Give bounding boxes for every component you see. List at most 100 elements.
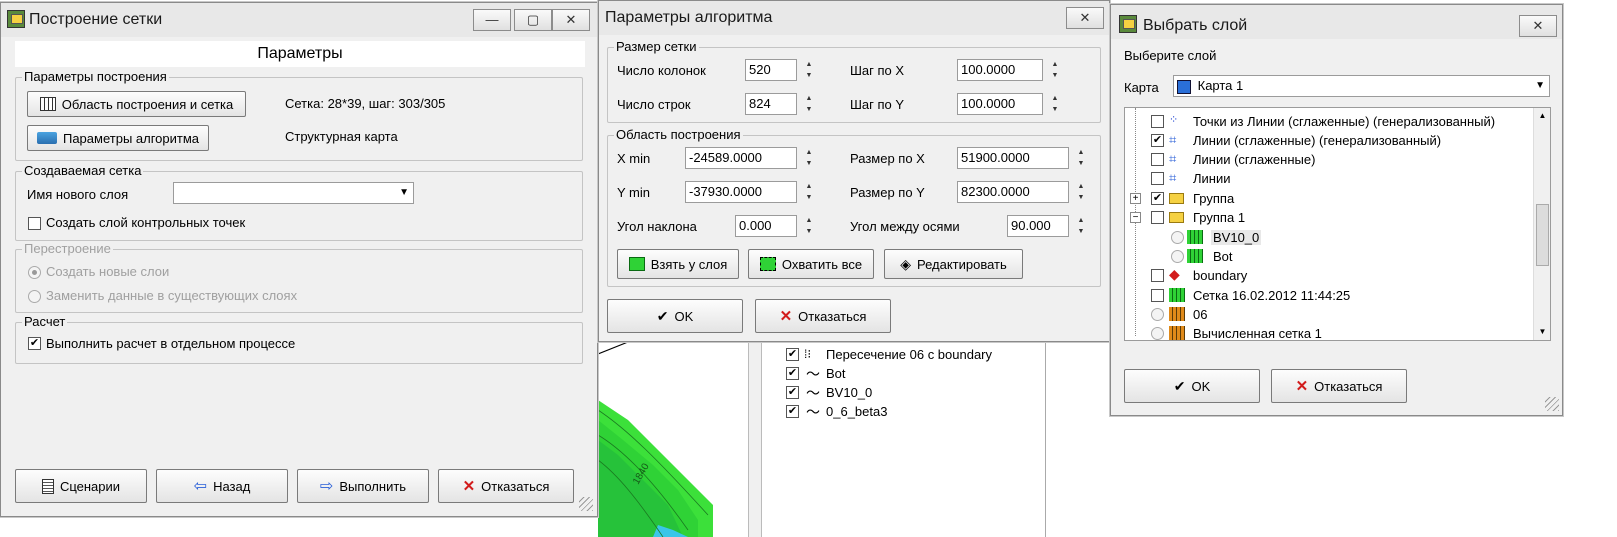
create-new-layers-radio[interactable]	[28, 266, 41, 279]
stepy-input[interactable]: 100.0000	[957, 93, 1043, 115]
title-bar[interactable]: Построение сетки — ▢ ✕	[1, 3, 597, 37]
checkbox[interactable]	[1151, 269, 1164, 282]
title-bar[interactable]: Выбрать слой ✕	[1111, 5, 1562, 39]
cancel-button[interactable]: ✕ Отказаться	[438, 469, 574, 503]
replace-data-radio[interactable]	[28, 290, 41, 303]
rows-input[interactable]: 824	[745, 93, 797, 115]
xmin-spinner[interactable]: ▲ ▼	[801, 147, 817, 169]
vertical-scrollbar[interactable]: ▲ ▼	[1533, 108, 1550, 340]
collapse-minus-icon[interactable]: −	[1130, 212, 1141, 223]
sizey-input[interactable]: 82300.0000	[957, 181, 1069, 203]
stepx-input[interactable]: 100.0000	[957, 59, 1043, 81]
algorithm-params-button[interactable]: Параметры алгоритма	[27, 125, 209, 151]
chevron-down-icon[interactable]: ▼	[399, 183, 409, 203]
checkbox[interactable]: ✔	[786, 348, 799, 361]
scenarios-button[interactable]: Сценарии	[15, 469, 147, 503]
button-label: Отказаться	[798, 308, 867, 324]
tree-item[interactable]: ✔ ⌗ Линии (сглаженные) (генерализованный…	[1125, 131, 1530, 150]
build-grid-window: Построение сетки — ▢ ✕ Параметры Парамет…	[0, 2, 598, 517]
ymin-label: Y min	[617, 185, 650, 200]
radio[interactable]	[1151, 308, 1164, 321]
tree-item[interactable]: ⌗ Линии	[1125, 169, 1530, 188]
input-value: -24589.0000	[689, 150, 763, 165]
lines-icon: ⌗	[1169, 151, 1177, 166]
ymin-input[interactable]: -37930.0000	[685, 181, 797, 203]
radio[interactable]	[1171, 231, 1184, 244]
close-button[interactable]: ✕	[1519, 15, 1557, 37]
chevron-down-icon[interactable]: ▼	[1535, 76, 1545, 96]
tree-item[interactable]: ⌗ Линии (сглаженные)	[1125, 150, 1530, 169]
angle-spinner[interactable]: ▲ ▼	[801, 215, 817, 237]
rows-spinner[interactable]: ▲ ▼	[801, 93, 817, 115]
run-button[interactable]: ⇨ Выполнить	[297, 469, 429, 503]
back-button[interactable]: ⇦ Назад	[156, 469, 288, 503]
checkbox[interactable]	[1151, 153, 1164, 166]
tree-item[interactable]: Сетка 16.02.2012 11:44:25	[1125, 286, 1530, 305]
resize-grip-icon[interactable]	[1545, 397, 1559, 411]
checkbox[interactable]	[1151, 211, 1164, 224]
xmin-input[interactable]: -24589.0000	[685, 147, 797, 169]
separate-process-checkbox[interactable]: ✔	[28, 337, 41, 350]
tree-item[interactable]: ◆ boundary	[1125, 266, 1530, 285]
scroll-up-icon[interactable]: ▲	[1534, 108, 1550, 124]
checkbox[interactable]	[1151, 172, 1164, 185]
scroll-down-icon[interactable]: ▼	[1534, 324, 1550, 340]
tree-item-label: Сетка 16.02.2012 11:44:25	[1193, 288, 1351, 303]
layer-list-panel: ✔ ⁞⁝ Пересечение 06 с boundary ✔ 〜 Bot ✔…	[762, 340, 1046, 537]
map-select[interactable]: Карта 1 ▼	[1173, 75, 1550, 97]
checkbox[interactable]: ✔	[1151, 134, 1164, 147]
title-bar[interactable]: Параметры алгоритма ✕	[599, 1, 1109, 35]
minimize-button[interactable]: —	[473, 9, 511, 31]
ok-button[interactable]: ✔ OK	[1124, 369, 1260, 403]
close-button[interactable]: ✕	[1066, 7, 1104, 29]
radio[interactable]	[1151, 327, 1164, 340]
from-layer-button[interactable]: Взять у слоя	[617, 249, 739, 279]
sizey-spinner[interactable]: ▲ ▼	[1073, 181, 1089, 203]
ymin-spinner[interactable]: ▲ ▼	[801, 181, 817, 203]
map-canvas[interactable]: 1840	[598, 340, 748, 537]
checkbox[interactable]: ✔	[786, 386, 799, 399]
cancel-button[interactable]: ✕ Отказаться	[1271, 369, 1407, 403]
checkbox[interactable]	[1151, 115, 1164, 128]
close-button[interactable]: ✕	[552, 9, 590, 31]
sizey-label: Размер по Y	[850, 185, 925, 200]
axes-angle-spinner[interactable]: ▲ ▼	[1073, 215, 1089, 237]
area-and-grid-button[interactable]: Область построения и сетка	[27, 91, 246, 117]
angle-input[interactable]: 0.000	[735, 215, 797, 237]
replace-data-label: Заменить данные в существующих слоях	[46, 288, 298, 303]
tree-item[interactable]: 06	[1125, 305, 1530, 324]
control-points-checkbox[interactable]	[28, 217, 41, 230]
stepx-spinner[interactable]: ▲ ▼	[1047, 59, 1063, 81]
sizex-spinner[interactable]: ▲ ▼	[1073, 147, 1089, 169]
tree-item[interactable]: − Группа 1	[1125, 208, 1530, 227]
tree-item[interactable]: + ✔ Группа	[1125, 189, 1530, 208]
new-layer-input[interactable]: ▼	[173, 182, 414, 204]
checkbox[interactable]: ✔	[786, 405, 799, 418]
sizex-label: Размер по X	[850, 151, 925, 166]
checkbox[interactable]: ✔	[786, 367, 799, 380]
checkbox[interactable]	[1151, 289, 1164, 302]
tree-item[interactable]: Вычисленная сетка 1	[1125, 324, 1530, 340]
group-label: Область построения	[614, 127, 743, 142]
tree-item[interactable]: BV10_0	[1125, 228, 1530, 247]
stepy-spinner[interactable]: ▲ ▼	[1047, 93, 1063, 115]
tree-item[interactable]: ⁘ Точки из Линии (сглаженные) (генерализ…	[1125, 112, 1530, 131]
edit-button[interactable]: ◈ Редактировать	[884, 249, 1023, 279]
cols-input[interactable]: 520	[745, 59, 797, 81]
cancel-button[interactable]: ✕ Отказаться	[755, 299, 891, 333]
cover-all-button[interactable]: Охватить все	[748, 249, 874, 279]
sizex-input[interactable]: 51900.0000	[957, 147, 1069, 169]
tree-item-label: Группа 1	[1193, 210, 1246, 225]
tree-item-label: Линии	[1193, 171, 1231, 186]
ok-button[interactable]: ✔ OK	[607, 299, 743, 333]
axes-angle-input[interactable]: 90.000	[1007, 215, 1069, 237]
checkbox[interactable]: ✔	[1151, 192, 1164, 205]
expand-plus-icon[interactable]: +	[1130, 193, 1141, 204]
radio[interactable]	[1171, 250, 1184, 263]
resize-grip-icon[interactable]	[579, 497, 593, 511]
lines-icon: ⌗	[1169, 170, 1177, 185]
scroll-thumb[interactable]	[1536, 204, 1549, 266]
maximize-button[interactable]: ▢	[514, 9, 552, 31]
cols-spinner[interactable]: ▲ ▼	[801, 59, 817, 81]
tree-item[interactable]: Bot	[1125, 247, 1530, 266]
